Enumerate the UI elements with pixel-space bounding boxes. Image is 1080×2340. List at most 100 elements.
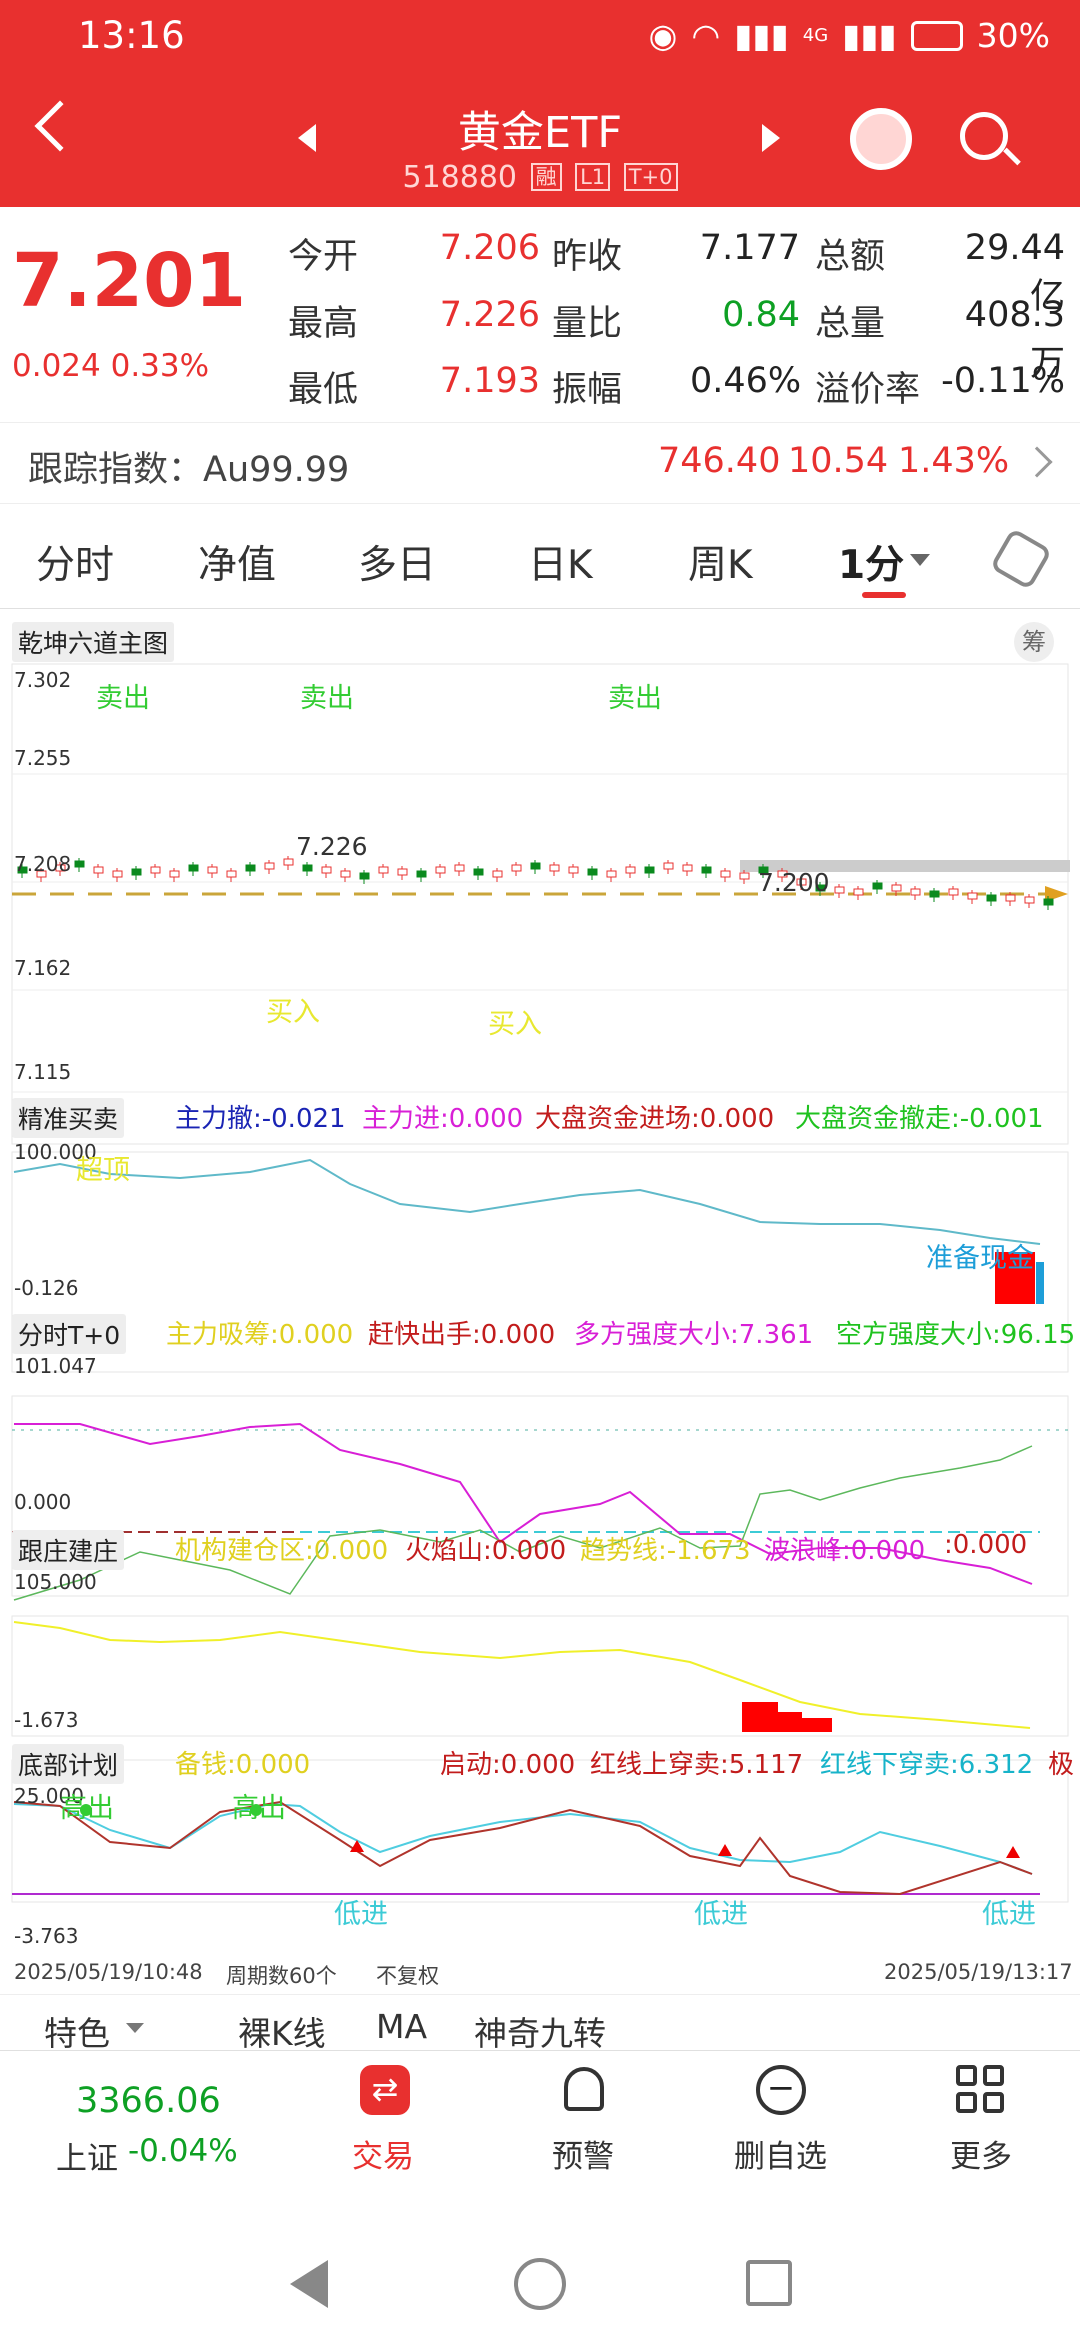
tab-1min[interactable]: 1分 <box>838 534 904 590</box>
settings-icon[interactable] <box>989 527 1053 591</box>
feature-ma[interactable]: MA <box>376 2007 427 2046</box>
panel5-low: 低进 <box>334 1899 388 1930</box>
panel5-select[interactable]: 底部计划 <box>12 1744 125 1784</box>
label-volume: 总量 <box>815 304 886 344</box>
bell-icon[interactable] <box>564 2067 604 2111</box>
panel4-yellow-line <box>13 1621 1031 1729</box>
panel4-ind1: 机构建仓区:0.000 <box>175 1536 389 1566</box>
candle-body <box>359 872 370 880</box>
remove-watchlist-icon[interactable]: − <box>756 2065 806 2115</box>
panel2-ind2: 主力进:0.000 <box>362 1104 524 1134</box>
candle-body <box>986 894 997 902</box>
y-tick-3: 7.208 <box>14 852 72 876</box>
value-prev-close: 7.177 <box>699 228 800 268</box>
feature-naked-k[interactable]: 裸K线 <box>238 2007 326 2055</box>
tab-daily-k[interactable]: 日K <box>528 534 593 590</box>
price-change: 0.024 0.33% <box>12 348 209 384</box>
tag-level: L1 <box>575 163 611 191</box>
main-indicator-select[interactable]: 乾坤六道主图 <box>12 622 175 662</box>
candle-body <box>929 890 940 898</box>
nav-home-icon[interactable] <box>514 2258 566 2310</box>
candle-body <box>891 884 902 892</box>
tag-margin: 融 <box>530 163 562 191</box>
chart-tabs: 分时 净值 多日 日K 周K 1分 <box>0 506 1080 609</box>
more-button[interactable]: 更多 <box>950 2131 1012 2176</box>
candle-body <box>492 870 503 878</box>
candle-body <box>321 866 332 874</box>
grid-icon[interactable] <box>956 2065 1004 2113</box>
candle-body <box>663 862 674 870</box>
battery-icon <box>910 20 963 51</box>
special-dropdown-icon <box>126 2023 144 2033</box>
chart-adjust[interactable]: 不复权 <box>376 1960 439 1990</box>
candle-body <box>530 862 541 870</box>
chevron-right-icon <box>1021 446 1053 478</box>
candle-body <box>644 866 655 874</box>
trade-icon[interactable]: ⇄ <box>360 2065 410 2115</box>
candle-body <box>1024 896 1035 904</box>
change-pct: 0.33% <box>110 348 210 384</box>
index-value[interactable]: 3366.06 <box>76 2081 221 2121</box>
special-menu[interactable]: 特色 <box>44 2007 110 2055</box>
candle-body <box>454 864 465 872</box>
candle-body <box>910 888 921 896</box>
label-high: 最高 <box>288 304 359 344</box>
buy-signal: 买入 <box>488 1009 542 1040</box>
bottom-toolbar: 3366.06 上证 -0.04% ⇄ 交易 预警 − 删自选 更多 <box>0 2050 1080 2220</box>
label-volume-ratio: 量比 <box>552 304 623 344</box>
candle-body <box>739 872 750 880</box>
trade-button[interactable]: 交易 <box>352 2131 414 2176</box>
panel4-ind2: 火焰山:0.000 <box>405 1536 567 1566</box>
alert-button[interactable]: 预警 <box>552 2131 614 2176</box>
panel5-cyan-line <box>13 1802 1033 1875</box>
panel2-ind4: 大盘资金撤走:-0.001 <box>795 1104 1044 1134</box>
candle-body <box>416 870 427 878</box>
nav-back-icon[interactable] <box>290 2260 328 2308</box>
remove-watchlist-button[interactable]: 删自选 <box>734 2131 827 2176</box>
candle-body <box>967 892 978 900</box>
candle-body <box>378 866 389 874</box>
candle-body <box>245 864 256 872</box>
panel2-select[interactable]: 精准买卖 <box>12 1098 125 1138</box>
tracking-pct: 1.43% <box>898 441 1010 481</box>
panel5-low: 低进 <box>982 1899 1036 1930</box>
last-price-label: 7.200 <box>758 868 830 897</box>
panel4-ind5: :0.000 <box>944 1530 1028 1560</box>
dropdown-icon[interactable] <box>910 554 930 566</box>
wifi-icon: ◠ <box>691 16 721 55</box>
feature-nine-turn[interactable]: 神奇九转 <box>474 2007 606 2055</box>
tracking-index-row[interactable]: 跟踪指数：Au99.99 746.40 10.54 1.43% <box>0 422 1080 504</box>
panel3-ind2: 赶快出手:0.000 <box>368 1320 556 1350</box>
candle-body <box>948 888 959 896</box>
signal-icon: ▮▮▮ <box>734 16 789 55</box>
tab-weekly-k[interactable]: 周K <box>688 534 753 590</box>
panel4-top: 105.000 <box>14 1570 97 1594</box>
panel3-bottom: 0.000 <box>14 1490 72 1514</box>
candle-body <box>701 866 712 874</box>
panel3-select[interactable]: 分时T+0 <box>12 1314 127 1354</box>
candle-body <box>606 870 617 878</box>
label-premium: 溢价率 <box>815 370 921 410</box>
tab-intraday[interactable]: 分时 <box>36 534 114 590</box>
panel5-ind1: 备钱:0.000 <box>175 1750 311 1780</box>
panel5-ind4: 红线下穿卖:6.312 <box>820 1750 1034 1780</box>
assistant-icon[interactable] <box>850 108 912 170</box>
panel3-ind4: 空方强度大小:96.15 <box>836 1320 1076 1350</box>
label-low: 最低 <box>288 370 359 410</box>
panel5-ind2: 启动:0.000 <box>440 1750 576 1780</box>
panel5-bottom: -3.763 <box>14 1924 79 1948</box>
chip-button[interactable]: 筹 <box>1014 622 1054 662</box>
panel2-bar-2 <box>1036 1262 1044 1304</box>
tab-multiday[interactable]: 多日 <box>358 534 436 590</box>
nav-recents-icon[interactable] <box>746 2260 792 2306</box>
label-prev-close: 昨收 <box>552 237 623 277</box>
candle-body <box>93 866 104 874</box>
chart-period: 周期数60个 <box>226 1964 337 1988</box>
tab-nav[interactable]: 净值 <box>198 534 276 590</box>
panel4-select[interactable]: 跟庄建庄 <box>12 1530 125 1570</box>
candle-body <box>1043 898 1054 906</box>
value-open: 7.206 <box>439 228 540 268</box>
candle-body <box>226 870 237 878</box>
value-high: 7.226 <box>439 295 540 335</box>
search-icon[interactable] <box>960 112 1008 160</box>
